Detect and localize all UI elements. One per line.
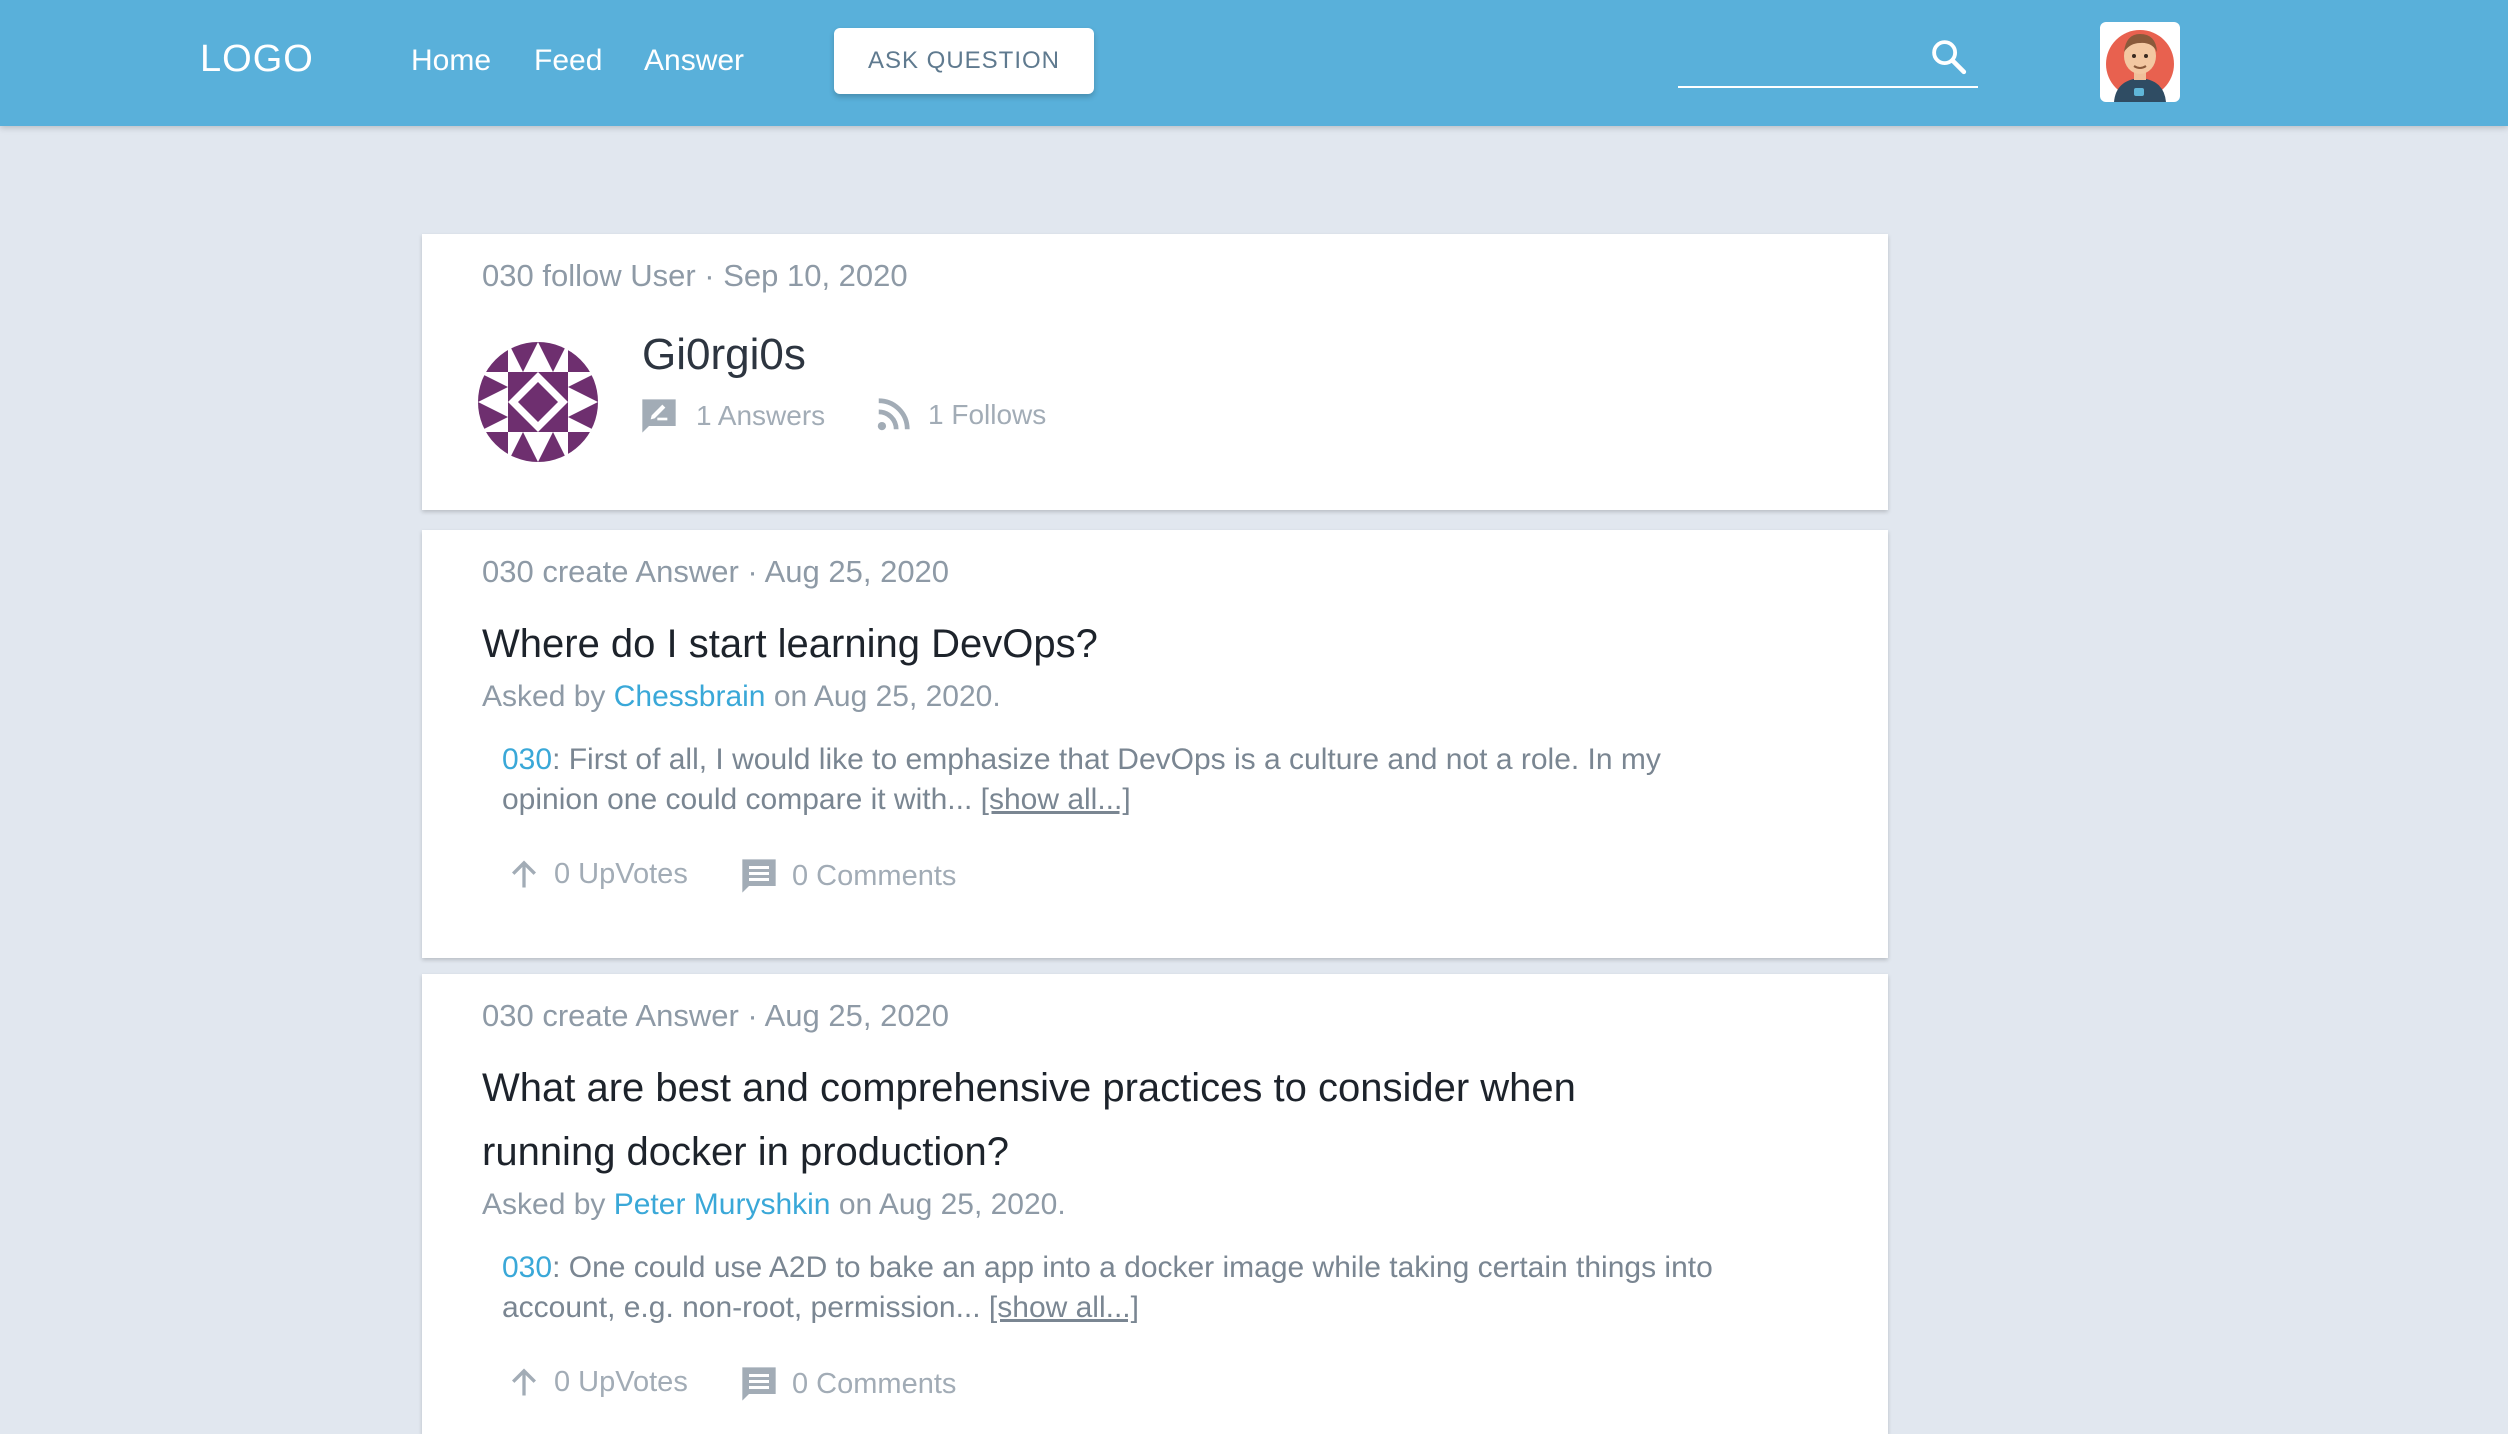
profile-name[interactable]: Gi0rgi0s: [642, 330, 806, 380]
nav-home[interactable]: Home: [411, 44, 491, 78]
card-meta: 030 follow User · Sep 10, 2020: [482, 258, 908, 293]
upvote-count: 0 UpVotes: [554, 857, 688, 890]
comment-icon: [742, 1367, 776, 1401]
upvote-button[interactable]: 0 UpVotes: [506, 856, 688, 892]
answers-stat[interactable]: 1 Answers: [638, 396, 825, 436]
nav-feed[interactable]: Feed: [534, 44, 602, 78]
search-box: [1678, 30, 1978, 88]
top-navbar: LOGO Home Feed Answer ASK QUESTION: [0, 0, 2508, 126]
feed-item: 030 create Answer · Aug 25, 2020 What ar…: [422, 974, 1888, 1434]
rate-review-icon: [642, 399, 676, 433]
follows-stat[interactable]: 1 Follows: [874, 396, 1046, 434]
comments-button[interactable]: 0 Comments: [738, 1364, 956, 1404]
comment-count: 0 Comments: [792, 1367, 957, 1400]
show-all-link[interactable]: [show all...]: [989, 1291, 1139, 1324]
asker-link[interactable]: Chessbrain: [614, 680, 766, 713]
comment-icon: [742, 859, 776, 893]
asked-by-prefix: Asked by: [482, 1188, 614, 1221]
question-title[interactable]: What are best and comprehensive practice…: [482, 1056, 1682, 1184]
user-avatar[interactable]: [2100, 22, 2180, 102]
asked-by-line: Asked by Chessbrain on Aug 25, 2020.: [482, 680, 1001, 714]
follow-user-card: 030 follow User · Sep 10, 2020 Gi0rgi0s …: [422, 234, 1888, 510]
show-all-link[interactable]: [show all...]: [981, 783, 1131, 816]
card-meta: 030 create Answer · Aug 25, 2020: [482, 998, 950, 1033]
ask-question-button[interactable]: ASK QUESTION: [834, 28, 1094, 94]
answer-excerpt: 030: First of all, I would like to empha…: [502, 740, 1722, 820]
card-meta: 030 create Answer · Aug 25, 2020: [482, 554, 950, 589]
user-avatar-icon: [2106, 30, 2174, 102]
identicon-icon: [478, 342, 598, 462]
asked-by-prefix: Asked by: [482, 680, 614, 713]
search-icon[interactable]: [1928, 36, 1970, 78]
rss-feed-icon: [877, 398, 910, 431]
comments-button[interactable]: 0 Comments: [738, 856, 956, 896]
upvote-button[interactable]: 0 UpVotes: [506, 1364, 688, 1400]
follows-count: 1 Follows: [928, 399, 1047, 430]
search-input[interactable]: [1678, 36, 1918, 80]
comment-count: 0 Comments: [792, 859, 957, 892]
asked-by-line: Asked by Peter Muryshkin on Aug 25, 2020…: [482, 1188, 1066, 1222]
arrow-up-icon: [512, 1368, 536, 1396]
upvote-count: 0 UpVotes: [554, 1365, 688, 1398]
arrow-up-icon: [512, 860, 536, 888]
asked-by-date: on Aug 25, 2020.: [765, 680, 1001, 713]
logo[interactable]: LOGO: [200, 38, 314, 81]
answers-count: 1 Answers: [696, 400, 826, 431]
answer-author-link[interactable]: 030: [502, 743, 552, 776]
answer-author-link[interactable]: 030: [502, 1251, 552, 1284]
question-title[interactable]: Where do I start learning DevOps?: [482, 612, 1682, 676]
nav-answer[interactable]: Answer: [644, 44, 744, 78]
asker-link[interactable]: Peter Muryshkin: [614, 1188, 831, 1221]
profile-avatar[interactable]: [478, 342, 598, 462]
feed-item: 030 create Answer · Aug 25, 2020 Where d…: [422, 530, 1888, 958]
asked-by-date: on Aug 25, 2020.: [830, 1188, 1066, 1221]
answer-excerpt: 030: One could use A2D to bake an app in…: [502, 1248, 1722, 1328]
